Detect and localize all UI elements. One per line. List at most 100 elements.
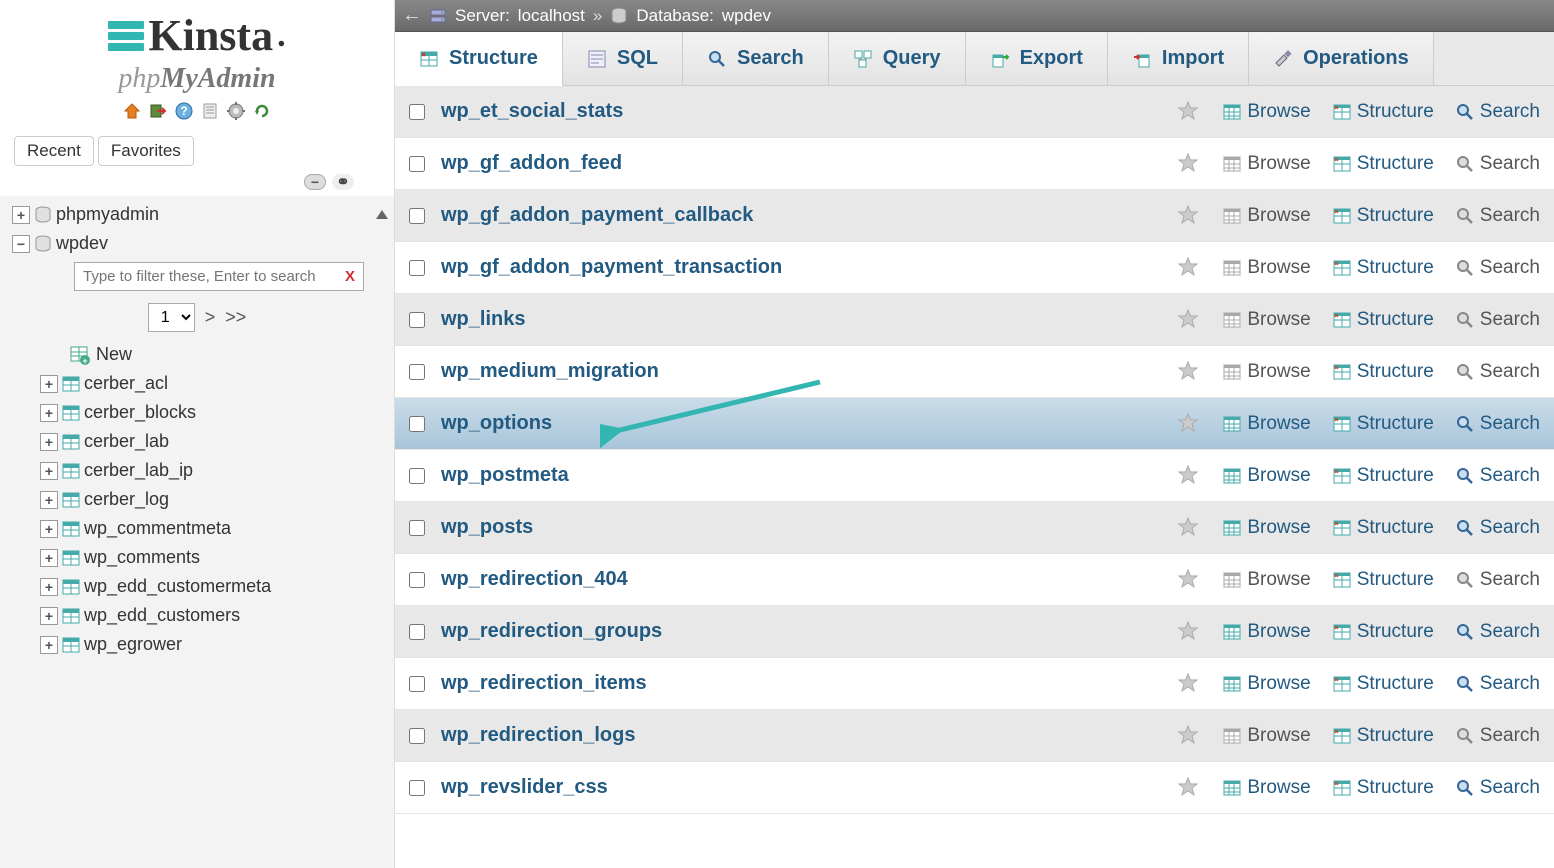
favorite-star-icon[interactable] bbox=[1177, 100, 1201, 124]
tab-export[interactable]: Export bbox=[966, 32, 1108, 85]
last-page[interactable]: >> bbox=[225, 307, 246, 328]
browse-action[interactable]: Browse bbox=[1223, 621, 1310, 643]
row-checkbox[interactable] bbox=[409, 312, 425, 328]
tab-import[interactable]: Import bbox=[1108, 32, 1249, 85]
search-action[interactable]: Search bbox=[1456, 153, 1540, 175]
search-action[interactable]: Search bbox=[1456, 621, 1540, 643]
sidebar-table-item[interactable]: +wp_edd_customers bbox=[0, 601, 394, 630]
expand-icon[interactable]: + bbox=[40, 607, 58, 625]
table-name-link[interactable]: wp_revslider_css bbox=[441, 776, 1161, 799]
browse-action[interactable]: Browse bbox=[1223, 673, 1310, 695]
structure-action[interactable]: Structure bbox=[1333, 621, 1434, 643]
table-name-link[interactable]: wp_options bbox=[441, 412, 1161, 435]
row-checkbox[interactable] bbox=[409, 520, 425, 536]
sidebar-table-item[interactable]: +wp_comments bbox=[0, 543, 394, 572]
browse-action[interactable]: Browse bbox=[1223, 777, 1310, 799]
tab-query[interactable]: Query bbox=[829, 32, 966, 85]
table-name-link[interactable]: wp_redirection_logs bbox=[441, 724, 1161, 747]
row-checkbox[interactable] bbox=[409, 728, 425, 744]
reload-icon[interactable] bbox=[252, 101, 272, 121]
structure-action[interactable]: Structure bbox=[1333, 361, 1434, 383]
logout-icon[interactable] bbox=[148, 101, 168, 121]
expand-icon[interactable]: + bbox=[40, 404, 58, 422]
favorites-tab[interactable]: Favorites bbox=[98, 136, 194, 166]
favorite-star-icon[interactable] bbox=[1177, 204, 1201, 228]
expand-icon[interactable]: + bbox=[40, 491, 58, 509]
row-checkbox[interactable] bbox=[409, 572, 425, 588]
table-name-link[interactable]: wp_et_social_stats bbox=[441, 100, 1161, 123]
favorite-star-icon[interactable] bbox=[1177, 516, 1201, 540]
recent-tab[interactable]: Recent bbox=[14, 136, 94, 166]
expand-icon[interactable]: + bbox=[40, 549, 58, 567]
row-checkbox[interactable] bbox=[409, 416, 425, 432]
row-checkbox[interactable] bbox=[409, 104, 425, 120]
row-checkbox[interactable] bbox=[409, 156, 425, 172]
favorite-star-icon[interactable] bbox=[1177, 464, 1201, 488]
search-action[interactable]: Search bbox=[1456, 673, 1540, 695]
sidebar-table-item[interactable]: +wp_egrower bbox=[0, 630, 394, 659]
favorite-star-icon[interactable] bbox=[1177, 776, 1201, 800]
favorite-star-icon[interactable] bbox=[1177, 620, 1201, 644]
expand-icon[interactable]: + bbox=[40, 433, 58, 451]
browse-action[interactable]: Browse bbox=[1223, 205, 1310, 227]
table-name-link[interactable]: wp_gf_addon_payment_transaction bbox=[441, 256, 1161, 279]
favorite-star-icon[interactable] bbox=[1177, 672, 1201, 696]
browse-action[interactable]: Browse bbox=[1223, 569, 1310, 591]
table-name-link[interactable]: wp_medium_migration bbox=[441, 360, 1161, 383]
new-table[interactable]: + New bbox=[0, 340, 394, 369]
table-name-link[interactable]: wp_posts bbox=[441, 516, 1161, 539]
browse-action[interactable]: Browse bbox=[1223, 309, 1310, 331]
structure-action[interactable]: Structure bbox=[1333, 777, 1434, 799]
table-name-link[interactable]: wp_redirection_404 bbox=[441, 568, 1161, 591]
search-action[interactable]: Search bbox=[1456, 361, 1540, 383]
row-checkbox[interactable] bbox=[409, 676, 425, 692]
table-name-link[interactable]: wp_redirection_groups bbox=[441, 620, 1161, 643]
favorite-star-icon[interactable] bbox=[1177, 360, 1201, 384]
filter-input[interactable] bbox=[75, 263, 337, 290]
favorite-star-icon[interactable] bbox=[1177, 412, 1201, 436]
expand-icon[interactable]: + bbox=[12, 206, 30, 224]
favorite-star-icon[interactable] bbox=[1177, 308, 1201, 332]
home-icon[interactable] bbox=[122, 101, 142, 121]
browse-action[interactable]: Browse bbox=[1223, 361, 1310, 383]
collapse-icon[interactable]: − bbox=[12, 235, 30, 253]
structure-action[interactable]: Structure bbox=[1333, 569, 1434, 591]
back-icon[interactable]: ← bbox=[403, 7, 421, 25]
db-wpdev[interactable]: − wpdev bbox=[0, 229, 394, 258]
sidebar-table-item[interactable]: +cerber_acl bbox=[0, 369, 394, 398]
structure-action[interactable]: Structure bbox=[1333, 205, 1434, 227]
structure-action[interactable]: Structure bbox=[1333, 413, 1434, 435]
table-name-link[interactable]: wp_redirection_items bbox=[441, 672, 1161, 695]
tab-search[interactable]: Search bbox=[683, 32, 829, 85]
browse-action[interactable]: Browse bbox=[1223, 101, 1310, 123]
search-action[interactable]: Search bbox=[1456, 569, 1540, 591]
link-icon[interactable]: ⚭ bbox=[332, 174, 354, 190]
search-action[interactable]: Search bbox=[1456, 101, 1540, 123]
row-checkbox[interactable] bbox=[409, 260, 425, 276]
structure-action[interactable]: Structure bbox=[1333, 101, 1434, 123]
browse-action[interactable]: Browse bbox=[1223, 517, 1310, 539]
favorite-star-icon[interactable] bbox=[1177, 724, 1201, 748]
search-action[interactable]: Search bbox=[1456, 205, 1540, 227]
favorite-star-icon[interactable] bbox=[1177, 568, 1201, 592]
table-name-link[interactable]: wp_gf_addon_feed bbox=[441, 152, 1161, 175]
browse-action[interactable]: Browse bbox=[1223, 153, 1310, 175]
search-action[interactable]: Search bbox=[1456, 413, 1540, 435]
browse-action[interactable]: Browse bbox=[1223, 257, 1310, 279]
sidebar-table-item[interactable]: +cerber_lab_ip bbox=[0, 456, 394, 485]
next-page[interactable]: > bbox=[205, 307, 216, 328]
structure-action[interactable]: Structure bbox=[1333, 725, 1434, 747]
search-action[interactable]: Search bbox=[1456, 257, 1540, 279]
expand-icon[interactable]: + bbox=[40, 578, 58, 596]
favorite-star-icon[interactable] bbox=[1177, 152, 1201, 176]
row-checkbox[interactable] bbox=[409, 364, 425, 380]
page-select[interactable]: 1 bbox=[148, 303, 195, 332]
structure-action[interactable]: Structure bbox=[1333, 673, 1434, 695]
settings-icon[interactable] bbox=[226, 101, 246, 121]
row-checkbox[interactable] bbox=[409, 468, 425, 484]
help-icon[interactable]: ? bbox=[174, 101, 194, 121]
docs-icon[interactable] bbox=[200, 101, 220, 121]
browse-action[interactable]: Browse bbox=[1223, 465, 1310, 487]
table-name-link[interactable]: wp_postmeta bbox=[441, 464, 1161, 487]
browse-action[interactable]: Browse bbox=[1223, 725, 1310, 747]
